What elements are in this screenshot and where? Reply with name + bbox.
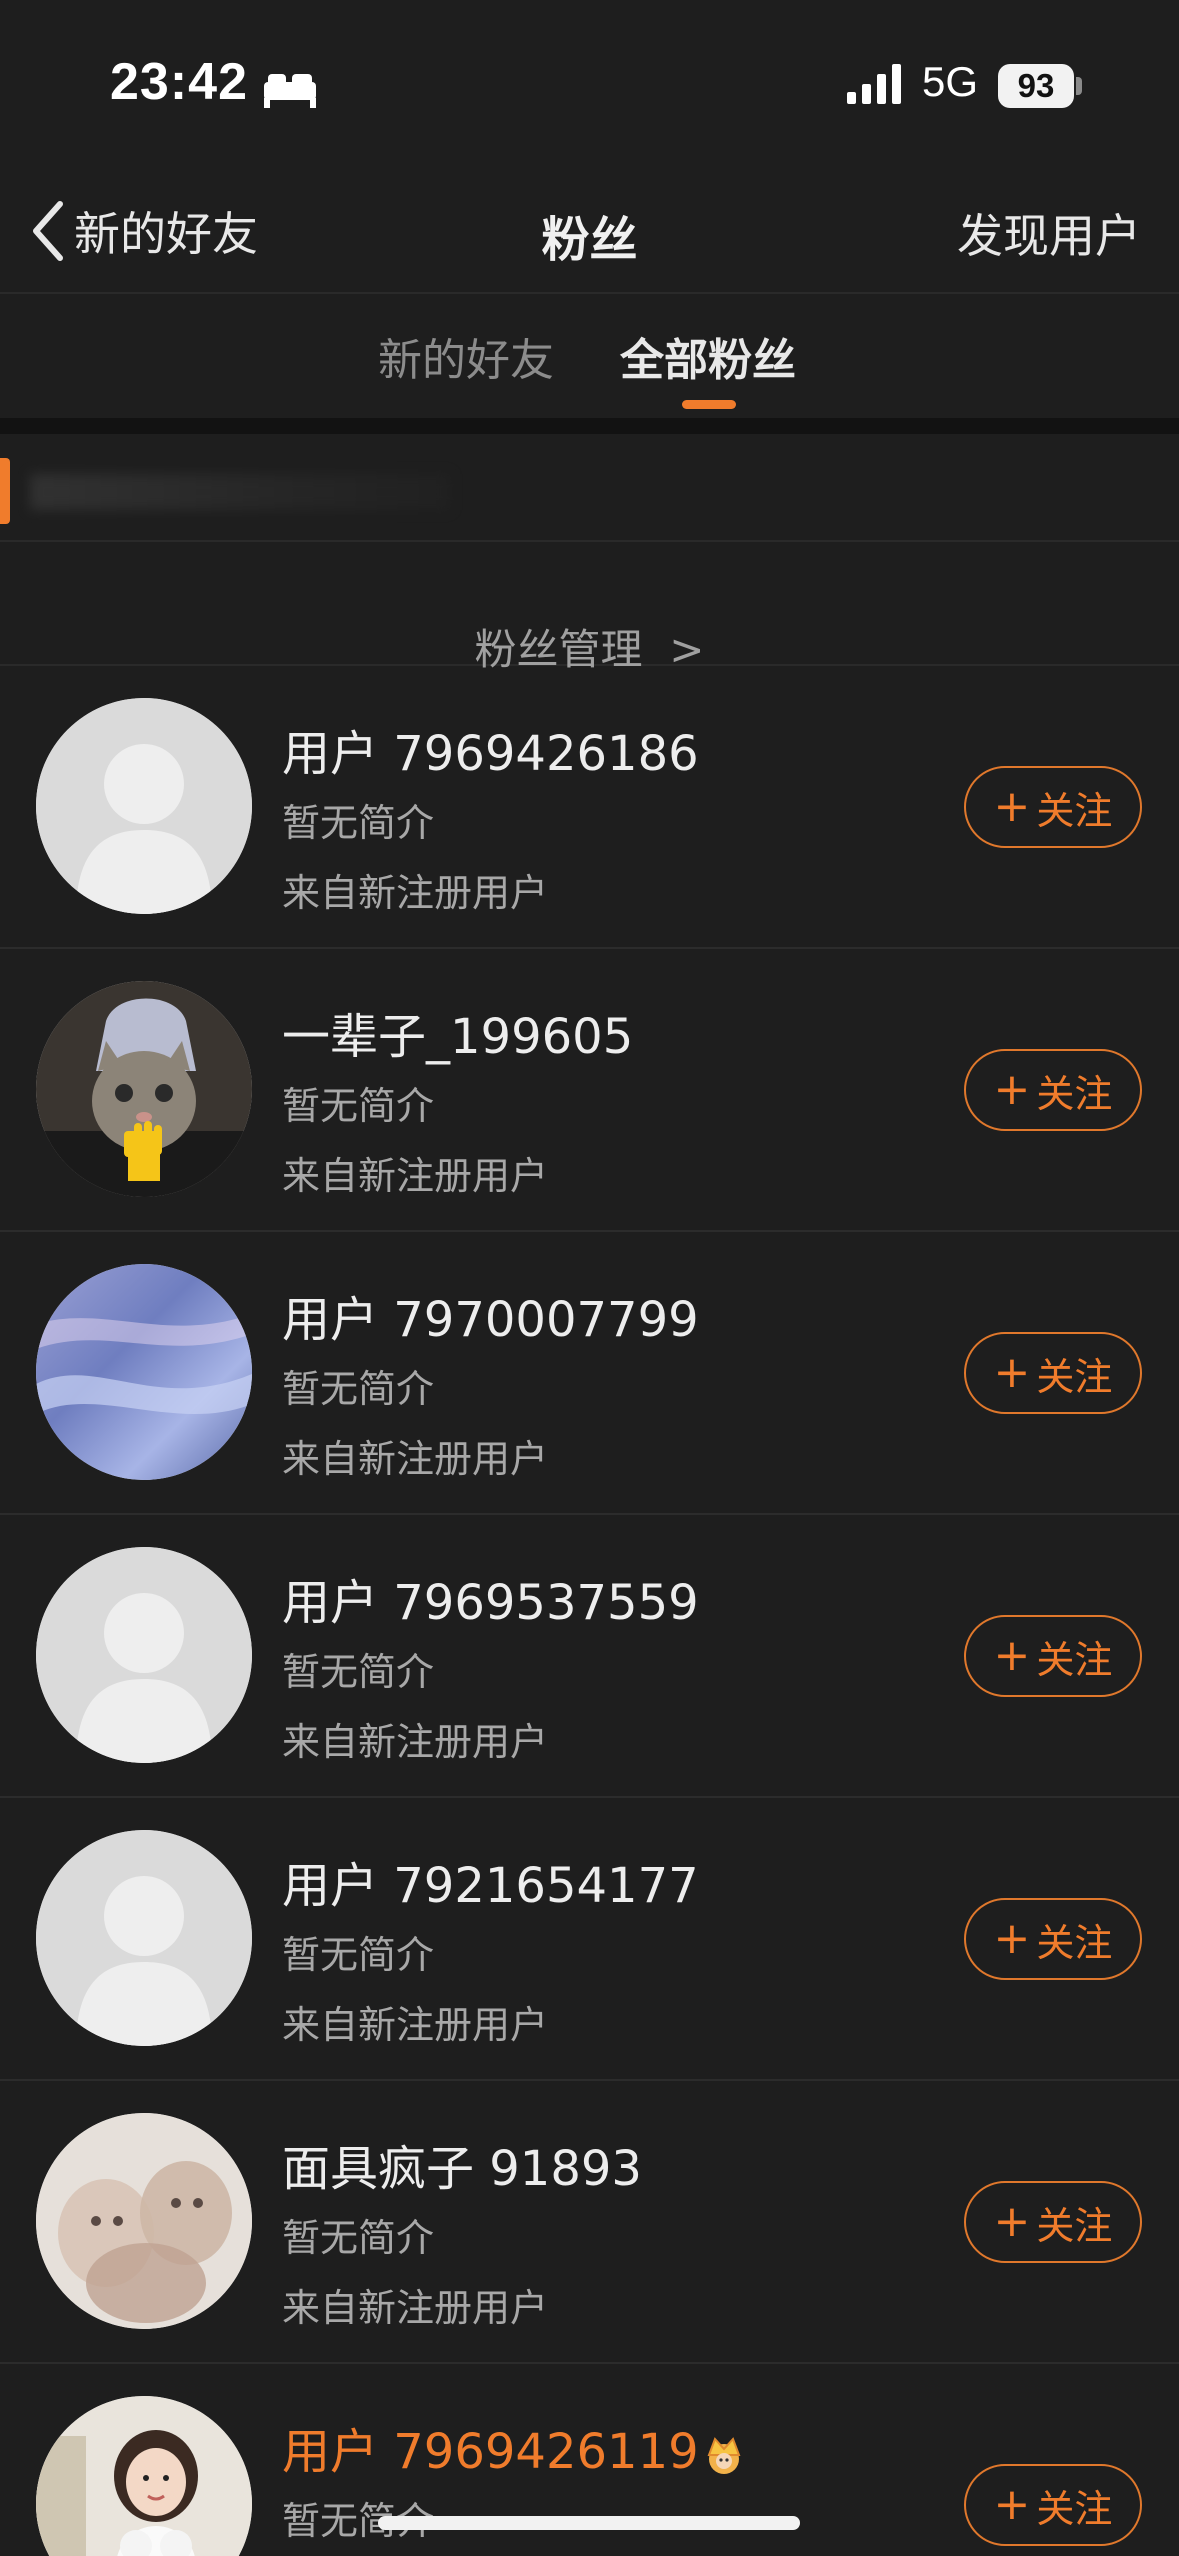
girl-with-dog-avatar-image — [36, 2396, 252, 2556]
follow-button[interactable]: + 关注 — [964, 1615, 1142, 1697]
follower-name: 用户 7970007799 — [282, 1292, 699, 1348]
network-type: 5G — [922, 58, 979, 105]
follower-name: 用户 7969537559 — [282, 1575, 699, 1631]
follower-source: 来自新注册用户 — [282, 2003, 549, 2047]
fan-management-link[interactable]: 粉丝管理 > — [0, 544, 1179, 674]
follower-source: 来自新注册用户 — [282, 1720, 549, 1764]
discover-users-button[interactable]: 发现用户 — [957, 200, 1141, 266]
follow-label: 关注 — [1036, 1920, 1113, 1965]
battery-cap — [1076, 77, 1082, 95]
avatar[interactable] — [36, 2396, 252, 2556]
avatar[interactable] — [36, 1547, 252, 1763]
list-item[interactable]: 用户 7969426186 暂无简介 来自新注册用户 + 关注 — [0, 666, 1179, 949]
active-tab-indicator — [682, 400, 736, 409]
follow-label: 关注 — [1036, 1637, 1113, 1682]
tab-bar: 新的好友 全部粉丝 — [0, 294, 1179, 418]
avatar[interactable] — [36, 1264, 252, 1480]
follower-source: 来自新注册用户 — [282, 2286, 549, 2330]
follow-button[interactable]: + 关注 — [964, 1332, 1142, 1414]
follow-label: 关注 — [1036, 788, 1113, 833]
plus-icon: + — [993, 1064, 1031, 1115]
section-divider — [0, 418, 1179, 434]
follower-source: 来自新注册用户 — [282, 871, 549, 915]
list-item[interactable]: 一辈子_199605 暂无简介 来自新注册用户 + 关注 — [0, 949, 1179, 1232]
follower-name-vip: 用户 7969426119 — [282, 2412, 747, 2482]
follow-button[interactable]: + 关注 — [964, 766, 1142, 848]
status-time: 23:42 — [110, 53, 248, 111]
tab-new-friends[interactable]: 新的好友 — [378, 324, 554, 388]
cellular-signal-icon — [847, 64, 901, 104]
navigation-bar: 新的好友 粉丝 发现用户 — [0, 170, 1179, 294]
follower-source: 来自新注册用户 — [282, 1154, 549, 1198]
list-item[interactable]: 面具疯子 91893 暂无简介 来自新注册用户 + 关注 — [0, 2081, 1179, 2364]
list-item[interactable]: 用户 7970007799 暂无简介 来自新注册用户 + 关注 — [0, 1232, 1179, 1515]
notice-banner[interactable] — [0, 434, 1179, 542]
blurred-notice-text — [30, 474, 450, 510]
follower-name: 用户 7921654177 — [282, 1858, 699, 1914]
avatar[interactable] — [36, 2113, 252, 2329]
plus-icon: + — [993, 781, 1031, 832]
follower-intro: 暂无简介 — [282, 801, 435, 845]
battery-icon: 93 — [998, 64, 1074, 108]
list-item[interactable]: 用户 7969537559 暂无简介 来自新注册用户 + 关注 — [0, 1515, 1179, 1798]
follow-button[interactable]: + 关注 — [964, 2464, 1142, 2546]
home-indicator[interactable] — [378, 2516, 800, 2530]
follow-label: 关注 — [1036, 2486, 1113, 2531]
default-avatar-icon — [36, 1547, 252, 1763]
default-avatar-icon — [36, 1830, 252, 2046]
follow-button[interactable]: + 关注 — [964, 1898, 1142, 1980]
follower-name-text: 用户 7969426119 — [282, 2424, 699, 2480]
marble-avatar-image — [36, 1264, 252, 1480]
avatar[interactable] — [36, 698, 252, 914]
plus-icon: + — [993, 1347, 1031, 1398]
kittens-avatar-image — [36, 2113, 252, 2329]
crown-vip-icon — [707, 2437, 741, 2474]
tab-all-fans[interactable]: 全部粉丝 — [620, 324, 796, 388]
plus-icon: + — [993, 2196, 1031, 2247]
follower-name: 面具疯子 91893 — [282, 2141, 642, 2197]
follower-intro: 暂无简介 — [282, 1933, 435, 1977]
follow-label: 关注 — [1036, 2203, 1113, 2248]
follower-intro: 暂无简介 — [282, 1084, 435, 1128]
follower-intro: 暂无简介 — [282, 1650, 435, 1694]
cat-avatar-image — [36, 981, 252, 1197]
plus-icon: + — [993, 1630, 1031, 1681]
plus-icon: + — [993, 1913, 1031, 1964]
follower-name: 一辈子_199605 — [282, 1009, 634, 1065]
status-bar: 23:42 5G 93 — [0, 0, 1179, 170]
follow-label: 关注 — [1036, 1354, 1113, 1399]
sleep-focus-icon — [264, 74, 316, 108]
follow-button[interactable]: + 关注 — [964, 1049, 1142, 1131]
follow-button[interactable]: + 关注 — [964, 2181, 1142, 2263]
follower-intro: 暂无简介 — [282, 1367, 435, 1411]
follower-name: 用户 7969426186 — [282, 726, 699, 782]
default-avatar-icon — [36, 698, 252, 914]
follower-source: 来自新注册用户 — [282, 1437, 549, 1481]
follower-list: 用户 7969426186 暂无简介 来自新注册用户 + 关注 一辈子_1996… — [0, 666, 1179, 2556]
avatar[interactable] — [36, 981, 252, 1197]
follower-intro: 暂无简介 — [282, 2216, 435, 2260]
plus-icon: + — [993, 2479, 1031, 2530]
list-item[interactable]: 用户 7921654177 暂无简介 来自新注册用户 + 关注 — [0, 1798, 1179, 2081]
notice-accent-bar — [0, 458, 10, 524]
avatar[interactable] — [36, 1830, 252, 2046]
follow-label: 关注 — [1036, 1071, 1113, 1116]
